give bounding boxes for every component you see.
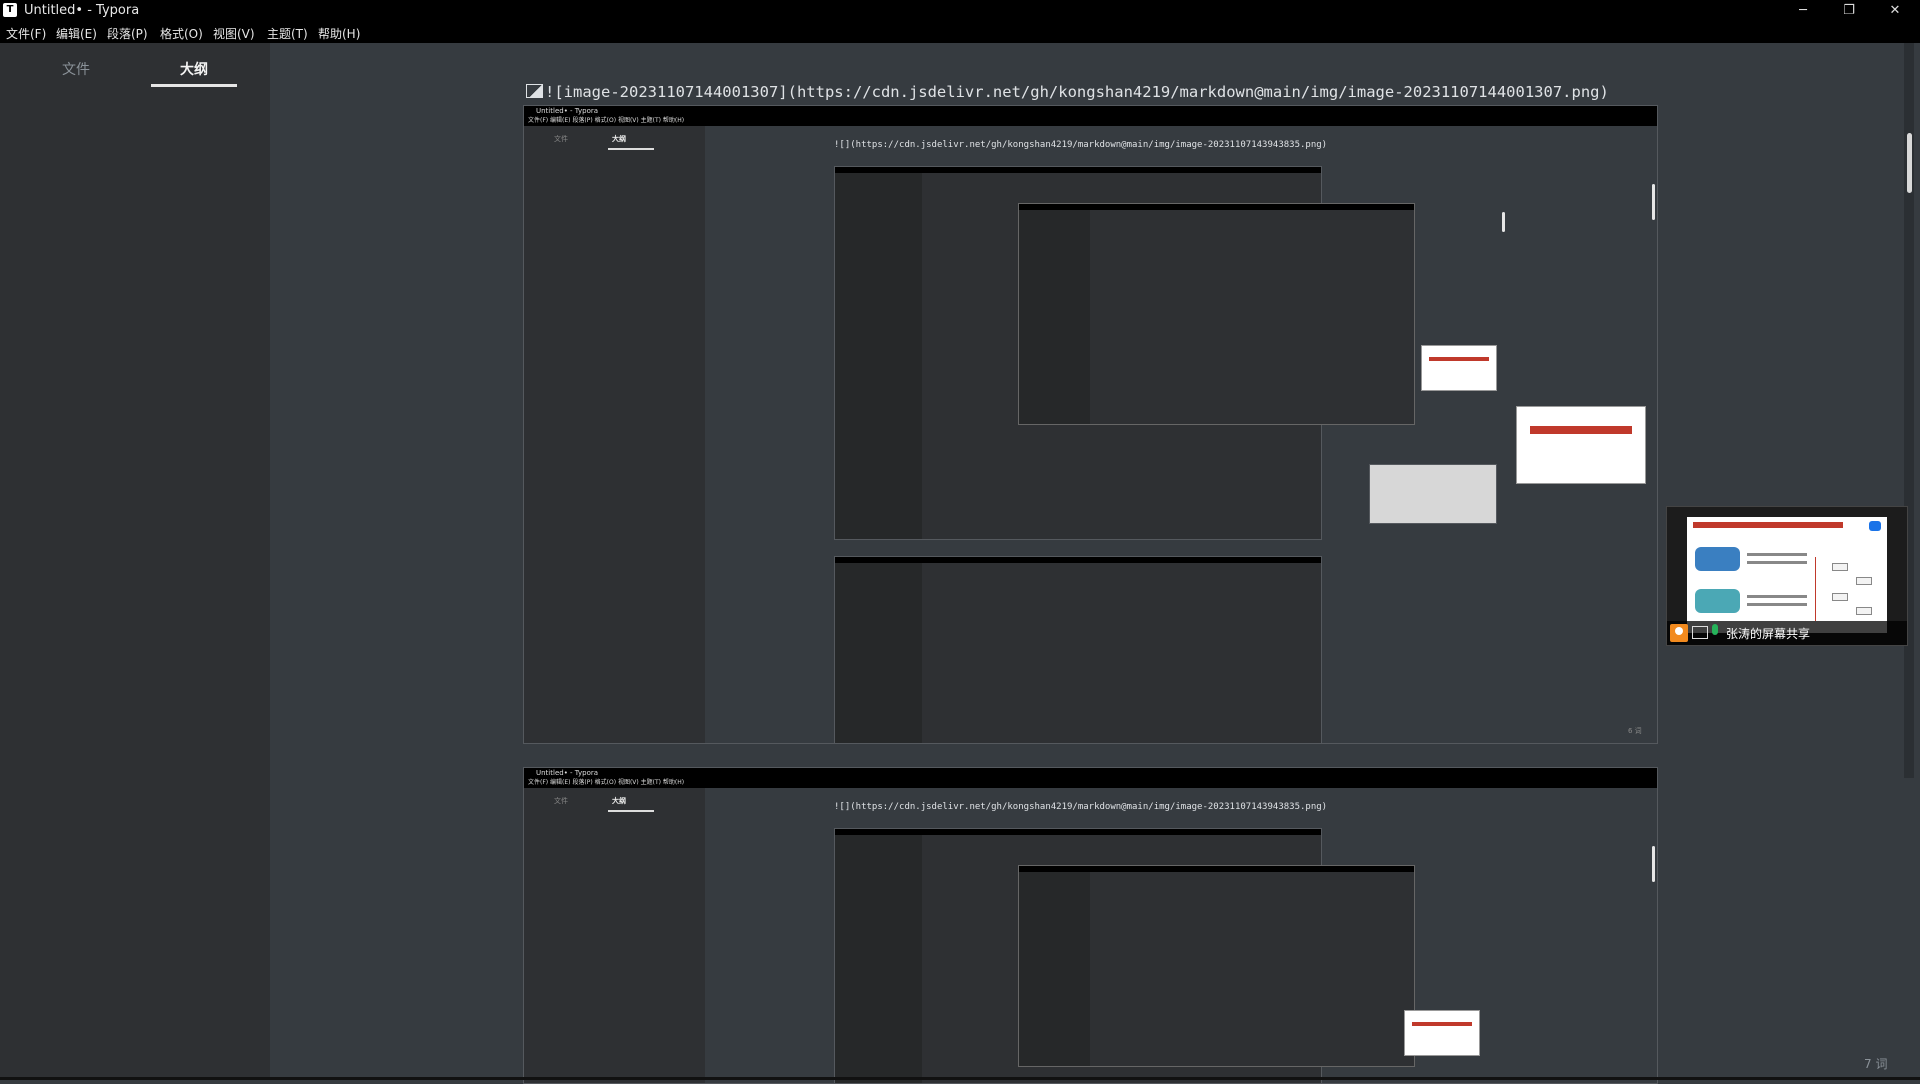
embedded-tab-outline: 大纲 [612,135,626,143]
menu-format[interactable]: 格式(O) [160,25,203,42]
nested-scrollbar [1502,212,1505,232]
screen-share-window[interactable]: 张涛的屏幕共享 [1666,506,1908,646]
sidebar: 文件 大纲 [0,43,270,1080]
embedded-share-thumbnail [1516,406,1646,484]
restore-button[interactable]: ❐ [1826,0,1872,21]
embedded-2-tab-indicator [608,810,654,812]
embedded-2-menu-bar: 文件(F) 编辑(E) 段落(P) 格式(O) 视图(V) 主题(T) 帮助(H… [524,778,1657,788]
slide-diagram [1815,557,1880,621]
scrollbar-thumb[interactable] [1907,133,1912,193]
nested-share-thumbnail [1421,345,1497,391]
slide-diagram-box [1856,607,1872,615]
slide-bubble [1695,589,1740,613]
tab-files[interactable]: 文件 [62,59,90,79]
embedded-menu-text: 文件(F) 编辑(E) 段落(P) 格式(O) 视图(V) 主题(T) 帮助(H… [528,117,685,124]
embedded-2-nested-deep-sidebar [1019,872,1091,1066]
user-avatar-icon [1670,624,1688,642]
menu-theme[interactable]: 主题(T) [267,25,308,42]
embedded-scrollbar [1652,184,1655,220]
embedded-title-bar: Untitled• - Typora [524,106,1657,116]
embedded-screenshot: Untitled• - Typora 文件(F) 编辑(E) 段落(P) 格式(… [523,105,1658,744]
embedded-notification [1369,464,1497,524]
slide-diagram-box [1856,577,1872,585]
window-title: Untitled• - Typora [24,3,140,18]
embedded-2-scrollbar [1652,846,1655,882]
menu-edit[interactable]: 编辑(E) [56,25,97,42]
embedded-2-window-title: Untitled• - Typora [536,769,599,777]
embedded-2-nested-screenshot [834,828,1415,1083]
embedded-2-nested-sidebar [835,835,923,1083]
embedded-sidebar: 文件 大纲 [524,126,706,743]
embedded-2-tab-files: 文件 [554,797,568,805]
embedded-tab-indicator [608,148,654,150]
nested-screenshot-repeat [834,556,1322,743]
menu-help[interactable]: 帮助(H) [318,25,360,42]
shared-slide-preview [1687,517,1887,633]
word-count[interactable]: 7 词 [1864,1055,1887,1072]
active-tab-indicator [151,84,237,87]
tab-outline[interactable]: 大纲 [180,59,208,79]
menu-bar: 文件(F) 编辑(E) 段落(P) 格式(O) 视图(V) 主题(T) 帮助(H… [0,21,1920,43]
slide-text-line [1747,553,1807,556]
nested-sidebar [835,173,923,539]
embedded-2-tab-outline: 大纲 [612,797,626,805]
title-bar: T Untitled• - Typora ─ ❐ ✕ [0,0,1920,21]
embedded-2-nested-deep [1018,865,1415,1067]
menu-file[interactable]: 文件(F) [6,25,46,42]
slide-text-line [1747,561,1807,564]
screen-share-label: 张涛的屏幕共享 [1726,627,1811,641]
embedded-2-markdown-line: ![](https://cdn.jsdelivr.net/gh/kongshan… [834,802,1328,812]
screen-share-bar: 张涛的屏幕共享 [1667,621,1907,645]
embedded-2-menu-text: 文件(F) 编辑(E) 段落(P) 格式(O) 视图(V) 主题(T) 帮助(H… [528,779,685,786]
slide-diagram-box [1832,563,1848,571]
embedded-screenshot-2: Untitled• - Typora 文件(F) 编辑(E) 段落(P) 格式(… [523,767,1658,1084]
embedded-window-title: Untitled• - Typora [536,107,599,115]
embedded-2-title-bar: Untitled• - Typora [524,768,1657,778]
embedded-2-sidebar: 文件 大纲 [524,788,706,1083]
menu-view[interactable]: 视图(V) [213,25,255,42]
embedded-tab-files: 文件 [554,135,568,143]
typora-app-icon: T [3,3,17,17]
microphone-icon[interactable] [1712,624,1718,635]
embedded-word-count: 6 词 [1628,727,1642,735]
markdown-image-source[interactable]: ![image-20231107144001307](https://cdn.j… [545,83,1609,101]
embedded-markdown-line: ![](https://cdn.jsdelivr.net/gh/kongshan… [834,140,1328,150]
nested-screenshot-deep [1018,203,1415,425]
close-button[interactable]: ✕ [1872,0,1918,21]
slide-heading [1693,522,1843,528]
slide-text-line [1747,603,1807,606]
embedded-2-share-thumbnail [1404,1010,1480,1056]
slide-bubble [1695,547,1740,571]
image-icon [526,84,543,98]
markdown-image-line[interactable]: ![image-20231107144001307](https://cdn.j… [526,83,1609,101]
menu-paragraph[interactable]: 段落(P) [107,25,148,42]
nested-repeat-sidebar [835,563,923,743]
minimize-button[interactable]: ─ [1780,0,1826,21]
slide-logo [1869,521,1881,531]
nested-screenshot [834,166,1497,540]
embedded-menu-bar: 文件(F) 编辑(E) 段落(P) 格式(O) 视图(V) 主题(T) 帮助(H… [524,116,1657,126]
slide-text-line [1747,595,1807,598]
nested-deep-sidebar [1019,210,1091,424]
screen-share-icon[interactable] [1692,626,1708,639]
slide-diagram-box [1832,593,1848,601]
